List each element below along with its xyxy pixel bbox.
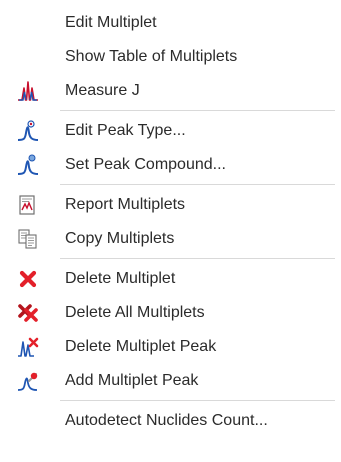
set-peak-compound-icon	[17, 154, 39, 176]
menu-separator	[60, 258, 335, 259]
menu-item-label: Edit Peak Type...	[65, 122, 186, 139]
copy-icon	[17, 228, 39, 250]
edit-peak-type-icon	[17, 120, 39, 142]
measure-j-icon	[17, 80, 39, 102]
menu-item-delete-multiplet[interactable]: Delete Multiplet	[0, 262, 341, 296]
menu-item-edit-peak-type[interactable]: Edit Peak Type...	[0, 114, 341, 148]
menu-item-label: Show Table of Multiplets	[65, 48, 238, 65]
menu-item-label: Report Multiplets	[65, 196, 186, 213]
menu-item-copy-multiplets[interactable]: Copy Multiplets	[0, 222, 341, 256]
delete-peak-icon	[17, 336, 39, 358]
menu-item-label: Autodetect Nuclides Count...	[65, 412, 268, 429]
menu-item-edit-multiplet[interactable]: Edit Multiplet	[0, 6, 341, 40]
menu-item-label: Delete Multiplet Peak	[65, 338, 217, 355]
menu-item-add-multiplet-peak[interactable]: Add Multiplet Peak	[0, 364, 341, 398]
menu-item-delete-all-multiplets[interactable]: Delete All Multiplets	[0, 296, 341, 330]
menu-item-show-table-of-multiplets[interactable]: Show Table of Multiplets	[0, 40, 341, 74]
menu-item-label: Measure J	[65, 82, 140, 99]
context-menu: Edit Multiplet Show Table of Multiplets …	[0, 0, 341, 462]
menu-item-label: Set Peak Compound...	[65, 156, 226, 173]
menu-separator	[60, 400, 335, 401]
report-icon	[17, 194, 39, 216]
menu-item-measure-j[interactable]: Measure J	[0, 74, 341, 108]
menu-item-label: Add Multiplet Peak	[65, 372, 199, 389]
delete-icon	[17, 268, 39, 290]
menu-item-label: Delete Multiplet	[65, 270, 176, 287]
menu-item-label: Delete All Multiplets	[65, 304, 205, 321]
delete-all-icon	[17, 302, 39, 324]
menu-item-report-multiplets[interactable]: Report Multiplets	[0, 188, 341, 222]
add-peak-icon	[17, 370, 39, 392]
menu-item-delete-multiplet-peak[interactable]: Delete Multiplet Peak	[0, 330, 341, 364]
menu-separator	[60, 110, 335, 111]
menu-item-label: Edit Multiplet	[65, 14, 157, 31]
menu-item-set-peak-compound[interactable]: Set Peak Compound...	[0, 148, 341, 182]
menu-item-autodetect-nuclides-count[interactable]: Autodetect Nuclides Count...	[0, 404, 341, 438]
menu-item-label: Copy Multiplets	[65, 230, 175, 247]
menu-separator	[60, 184, 335, 185]
